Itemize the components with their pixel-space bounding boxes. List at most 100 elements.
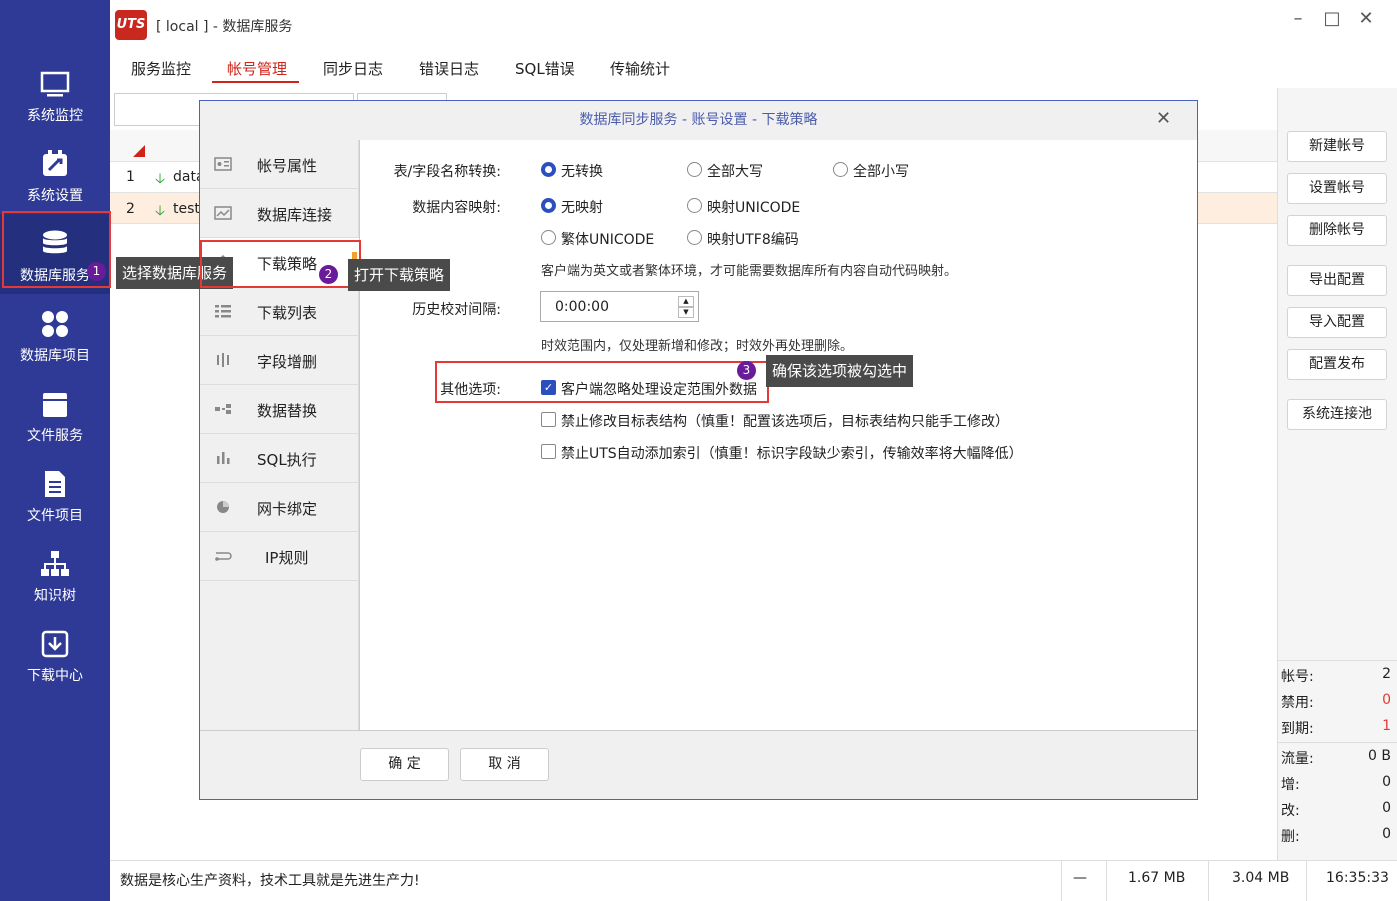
tab-sql-error[interactable]: SQL错误 [515, 58, 575, 79]
nav-item-ip-rules[interactable]: IP规则 [200, 532, 359, 581]
radio-no-conversion[interactable] [541, 162, 556, 177]
stat-value: 0 [1382, 826, 1391, 842]
list-icon [215, 305, 231, 318]
minimize-button[interactable]: – [1283, 8, 1313, 32]
sidebar-item-database-project[interactable]: 数据库项目 [0, 294, 110, 374]
status-dash: — [1073, 870, 1087, 886]
stat-label: 流量: [1281, 751, 1314, 767]
stat-update: 改: 0 [1281, 800, 1391, 820]
chart-icon [214, 206, 232, 220]
sidebar-item-system-settings[interactable]: 系统设置 [0, 134, 110, 214]
tab-bar [110, 48, 1397, 88]
status-memory-2: 3.04 MB [1232, 870, 1290, 886]
delete-account-button[interactable]: 删除帐号 [1287, 215, 1387, 246]
sidebar-item-label: 系统设置 [27, 188, 83, 204]
stat-label: 禁用: [1281, 695, 1314, 711]
ok-button[interactable]: 确 定 [360, 748, 449, 781]
status-divider [1106, 861, 1107, 901]
name-conversion-label: 表/字段名称转换: [393, 164, 501, 180]
publish-config-button[interactable]: 配置发布 [1287, 349, 1387, 380]
interval-value: 0:00:00 [555, 299, 609, 315]
radio-label: 全部小写 [853, 164, 909, 180]
sidebar-item-file-project[interactable]: 文件项目 [0, 454, 110, 534]
nav-item-label: 帐号属性 [257, 157, 318, 175]
radio-lowercase[interactable] [833, 162, 848, 177]
app-logo: UTS [115, 10, 147, 40]
stat-insert: 增: 0 [1281, 774, 1391, 794]
content-mapping-label: 数据内容映射: [412, 200, 501, 216]
stat-value: 0 [1382, 800, 1391, 816]
radio-label: 无映射 [561, 200, 603, 216]
stat-disabled: 禁用: 0 [1281, 692, 1391, 712]
dialog-title: 数据库同步服务 - 账号设置 - 下载策略 [579, 112, 818, 128]
tab-error-log[interactable]: 错误日志 [419, 58, 479, 79]
maximize-button[interactable]: □ [1317, 8, 1347, 32]
sidebar-item-file-service[interactable]: 文件服务 [0, 374, 110, 454]
interval-time-input[interactable]: 0:00:00 ▲ ▼ [540, 291, 699, 322]
radio-map-unicode[interactable] [687, 198, 702, 213]
nav-item-download-list[interactable]: 下载列表 [200, 287, 359, 336]
stat-value: 0 [1382, 774, 1391, 790]
checkbox-label: 禁止修改目标表结构（慎重！配置该选项后，目标表结构只能手工修改） [561, 414, 1009, 430]
checkbox-label: 禁止UTS自动添加索引（慎重！标识字段缺少索引，传输效率将大幅降低） [561, 446, 1023, 462]
radio-label: 全部大写 [707, 164, 763, 180]
checkbox-forbid-alter-table[interactable] [541, 412, 556, 427]
radio-traditional-unicode[interactable] [541, 230, 556, 245]
row-number: 1 [126, 169, 135, 185]
file-box-icon [43, 393, 67, 417]
columns-icon [217, 353, 229, 367]
status-memory-1: 1.67 MB [1128, 870, 1186, 886]
radio-map-utf8[interactable] [687, 230, 702, 245]
stats-divider [1277, 742, 1397, 743]
nav-item-label: 数据库连接 [257, 206, 333, 224]
cancel-button[interactable]: 取 消 [460, 748, 549, 781]
connection-pool-button[interactable]: 系统连接池 [1287, 399, 1387, 430]
nav-item-account-properties[interactable]: 帐号属性 [200, 140, 359, 189]
sidebar-item-system-monitor[interactable]: 系统监控 [0, 54, 110, 134]
dialog-close-button[interactable]: ✕ [1156, 108, 1176, 129]
rule-icon [215, 552, 232, 561]
tab-account-management[interactable]: 帐号管理 [227, 58, 287, 79]
spin-up-icon[interactable]: ▲ [678, 296, 694, 307]
sidebar-item-label: 数据库项目 [20, 348, 90, 364]
radio-no-mapping[interactable] [541, 198, 556, 213]
radio-label: 繁体UNICODE [561, 232, 655, 248]
nav-item-sql-execute[interactable]: SQL执行 [200, 434, 359, 483]
close-button[interactable]: ✕ [1351, 8, 1381, 32]
sidebar-item-label: 文件项目 [27, 508, 83, 524]
callout-ensure-checked: 确保该选项被勾选中 [766, 355, 914, 387]
nav-item-field-add-delete[interactable]: 字段增删 [200, 336, 359, 385]
tab-sync-log[interactable]: 同步日志 [323, 58, 383, 79]
radio-label: 映射UTF8编码 [707, 232, 799, 248]
nav-item-data-replace[interactable]: 数据替换 [200, 385, 359, 434]
dialog-footer [200, 730, 1197, 799]
export-config-button[interactable]: 导出配置 [1287, 265, 1387, 296]
corner-marker-icon [133, 145, 145, 157]
row-number: 2 [126, 201, 135, 217]
step-badge: 2 [319, 265, 338, 284]
arrow-down-icon: 🡣 [155, 171, 166, 187]
highlight-box [200, 240, 361, 288]
sidebar-item-knowledge-tree[interactable]: 知识树 [0, 534, 110, 614]
pie-icon [217, 501, 229, 513]
nav-item-db-connection[interactable]: 数据库连接 [200, 189, 359, 238]
spin-down-icon[interactable]: ▼ [678, 307, 694, 318]
sidebar-item-label: 下载中心 [27, 668, 83, 684]
new-account-button[interactable]: 新建帐号 [1287, 131, 1387, 162]
status-time: 16:35:33 [1326, 870, 1389, 886]
arrow-down-icon: 🡣 [155, 203, 166, 219]
interval-hint: 时效范围内，仅处理新增和修改；时效外再处理删除。 [541, 339, 854, 354]
set-account-button[interactable]: 设置帐号 [1287, 173, 1387, 204]
import-config-button[interactable]: 导入配置 [1287, 307, 1387, 338]
radio-uppercase[interactable] [687, 162, 702, 177]
nav-item-nic-binding[interactable]: 网卡绑定 [200, 483, 359, 532]
sidebar-item-download-center[interactable]: 下载中心 [0, 614, 110, 694]
bar-icon [217, 452, 230, 464]
settings-icon [43, 150, 67, 176]
window-title: [ local ] - 数据库服务 [156, 19, 293, 35]
tab-transfer-stats[interactable]: 传输统计 [610, 58, 670, 79]
stat-value: 2 [1382, 666, 1391, 682]
tab-service-monitor[interactable]: 服务监控 [131, 58, 191, 79]
status-message: 数据是核心生产资料，技术工具就是先进生产力! [120, 873, 420, 889]
checkbox-forbid-auto-index[interactable] [541, 444, 556, 459]
